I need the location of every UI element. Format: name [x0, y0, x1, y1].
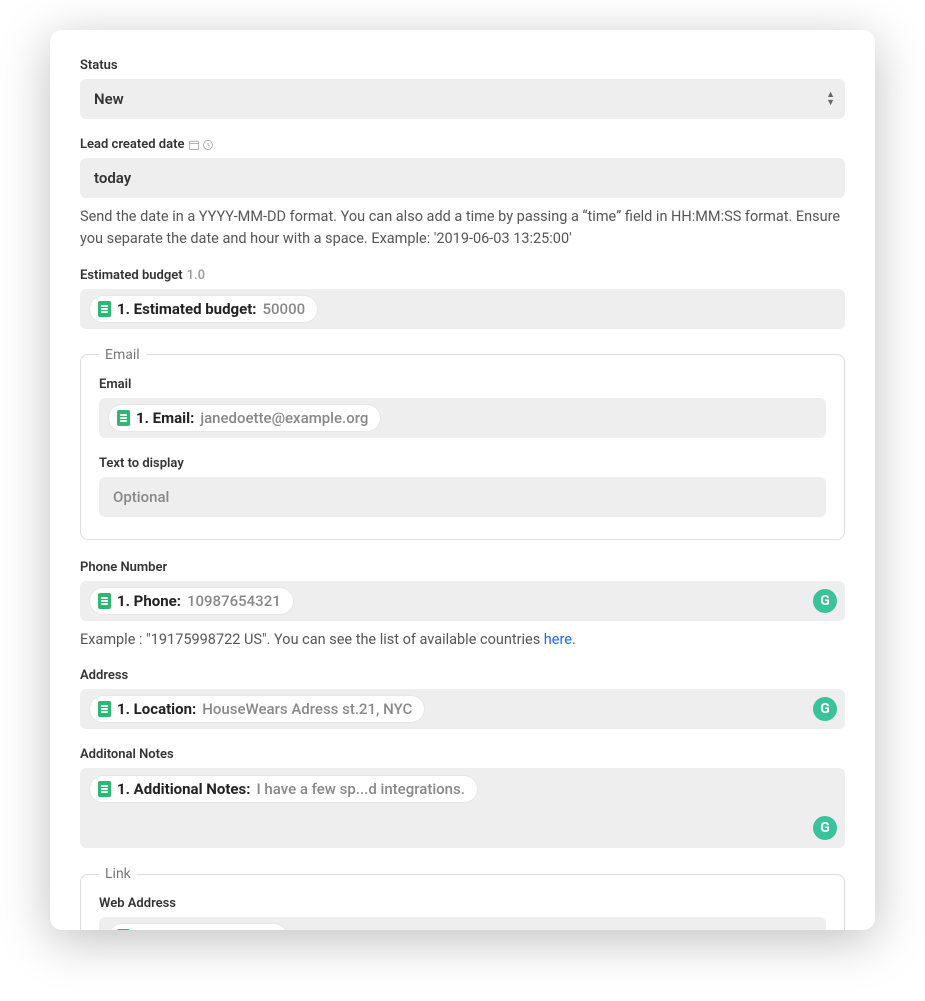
status-value: New [94, 90, 124, 108]
email-field: Email 1. Email: janedoette@example.org [99, 377, 826, 438]
email-display-field: Text to display Optional [99, 456, 826, 517]
sheet-icon [98, 593, 111, 609]
lead-date-value: today [90, 169, 131, 187]
lead-date-input[interactable]: today [80, 158, 845, 198]
notes-label: Additonal Notes [80, 747, 845, 762]
phone-help: Example : "19175998722 US". You can see … [80, 629, 845, 651]
phone-help-post: . [572, 631, 576, 648]
email-label: Email [99, 377, 826, 392]
budget-chip-val: 50000 [263, 300, 306, 318]
address-chip-key: 1. Location: [117, 700, 196, 718]
address-field: Address 1. Location: HouseWears Adress s… [80, 668, 845, 729]
calendar-icon [188, 139, 200, 151]
select-arrows-icon: ▲▼ [826, 91, 835, 107]
phone-chip-val: 10987654321 [187, 592, 281, 610]
address-chip-val: HouseWears Adress st.21, NYC [202, 700, 412, 718]
link-group: Link Web Address 1. Link: example.org Te… [80, 866, 845, 930]
lead-date-icons [188, 139, 214, 151]
lead-date-help: Send the date in a YYYY-MM-DD format. Yo… [80, 206, 845, 250]
email-input[interactable]: 1. Email: janedoette@example.org [99, 398, 826, 438]
phone-chip-key: 1. Phone: [117, 592, 181, 610]
notes-field: Additonal Notes 1. Additional Notes: I h… [80, 747, 845, 848]
address-input[interactable]: 1. Location: HouseWears Adress st.21, NY… [80, 689, 845, 729]
phone-chip[interactable]: 1. Phone: 10987654321 [90, 588, 293, 614]
sheet-icon [117, 410, 130, 426]
budget-chip[interactable]: 1. Estimated budget: 50000 [90, 296, 317, 322]
web-input[interactable]: 1. Link: example.org [99, 917, 826, 930]
notes-input[interactable]: 1. Additional Notes: I have a few sp...d… [80, 768, 845, 848]
sheet-icon [98, 781, 111, 797]
phone-input[interactable]: 1. Phone: 10987654321 G [80, 581, 845, 621]
budget-input[interactable]: 1. Estimated budget: 50000 [80, 289, 845, 329]
lead-date-label-text: Lead created date [80, 137, 184, 152]
budget-field: Estimated budget 1.0 1. Estimated budget… [80, 268, 845, 329]
status-select[interactable]: New ▲▼ [80, 79, 845, 119]
form-card: Status New ▲▼ Lead created date today Se… [50, 30, 875, 930]
email-display-input[interactable]: Optional [99, 477, 826, 517]
grammarly-icon[interactable]: G [813, 816, 837, 840]
phone-help-pre: Example : "19175998722 US". You can see … [80, 631, 544, 648]
phone-help-link[interactable]: here [544, 631, 572, 648]
sheet-icon [98, 701, 111, 717]
link-group-legend: Link [99, 866, 137, 882]
notes-chip-key: 1. Additional Notes: [117, 780, 250, 798]
web-field: Web Address 1. Link: example.org [99, 896, 826, 930]
grammarly-icon[interactable]: G [813, 589, 837, 613]
budget-hint: 1.0 [187, 268, 205, 283]
notes-chip-val: I have a few sp...d integrations. [256, 780, 464, 798]
web-label: Web Address [99, 896, 826, 911]
status-label: Status [80, 58, 845, 73]
email-chip-val: janedoette@example.org [200, 409, 368, 427]
email-display-placeholder: Optional [109, 488, 169, 506]
web-chip-key: 1. Link: [136, 928, 185, 930]
address-chip[interactable]: 1. Location: HouseWears Adress st.21, NY… [90, 696, 424, 722]
lead-date-label: Lead created date [80, 137, 845, 152]
budget-label: Estimated budget 1.0 [80, 268, 845, 283]
sheet-icon [117, 929, 130, 930]
email-chip[interactable]: 1. Email: janedoette@example.org [109, 405, 380, 431]
grammarly-icon[interactable]: G [813, 697, 837, 721]
budget-chip-key: 1. Estimated budget: [117, 300, 257, 318]
phone-field: Phone Number 1. Phone: 10987654321 G Exa… [80, 560, 845, 651]
clock-icon [202, 139, 214, 151]
budget-label-text: Estimated budget [80, 268, 183, 283]
lead-date-field: Lead created date today Send the date in… [80, 137, 845, 250]
phone-label: Phone Number [80, 560, 845, 575]
sheet-icon [98, 301, 111, 317]
web-chip-val: example.org [191, 928, 274, 930]
notes-chip[interactable]: 1. Additional Notes: I have a few sp...d… [90, 776, 477, 802]
email-group-legend: Email [99, 347, 146, 363]
email-chip-key: 1. Email: [136, 409, 194, 427]
web-chip[interactable]: 1. Link: example.org [109, 924, 287, 930]
email-group: Email Email 1. Email: janedoette@example… [80, 347, 845, 540]
address-label: Address [80, 668, 845, 683]
email-display-label: Text to display [99, 456, 826, 471]
status-field: Status New ▲▼ [80, 58, 845, 119]
